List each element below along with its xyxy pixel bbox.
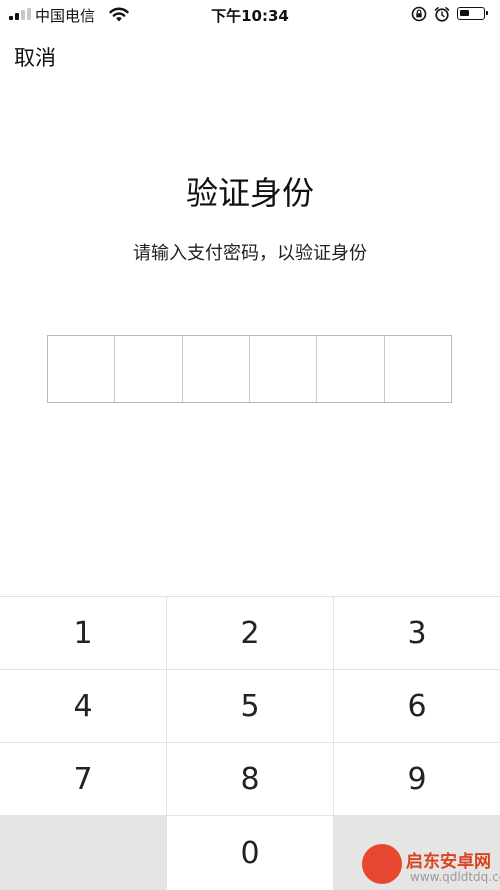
status-bar: 中国电信 下午10:34 [0, 0, 500, 28]
keypad-row: 123 [0, 597, 500, 670]
keypad-key-8[interactable]: 8 [167, 743, 334, 815]
keypad-key-3[interactable]: 3 [334, 597, 500, 669]
watermark: 启东安卓网 www.qdldtdq.com [362, 838, 500, 890]
pin-digit-box [183, 336, 250, 402]
keypad-row: 789 [0, 743, 500, 816]
keypad-key-4[interactable]: 4 [0, 670, 167, 742]
pin-digit-box [385, 336, 451, 402]
keypad-key-9[interactable]: 9 [334, 743, 500, 815]
keypad-key-5[interactable]: 5 [167, 670, 334, 742]
keypad-key-6[interactable]: 6 [334, 670, 500, 742]
pin-digit-box [317, 336, 385, 402]
pin-input[interactable] [47, 335, 452, 403]
pin-digit-box [115, 336, 183, 402]
battery-fill [460, 10, 469, 16]
battery-icon [457, 7, 488, 20]
keypad-row: 456 [0, 670, 500, 743]
keypad-key-2[interactable]: 2 [167, 597, 334, 669]
cancel-button[interactable]: 取消 [14, 42, 56, 72]
watermark-name: 启东安卓网 [406, 852, 491, 872]
pin-digit-box [250, 336, 318, 402]
keypad-key-1[interactable]: 1 [0, 597, 167, 669]
rotation-lock-icon [411, 6, 427, 22]
alarm-icon [434, 7, 450, 22]
watermark-url: www.qdldtdq.com [410, 870, 500, 884]
keypad-key-0[interactable]: 0 [167, 816, 334, 890]
watermark-logo [362, 844, 402, 884]
keypad-blank [0, 816, 167, 890]
page-title: 验证身份 [185, 174, 314, 212]
keypad-key-7[interactable]: 7 [0, 743, 167, 815]
page-subtitle: 请输入支付密码，以验证身份 [133, 243, 367, 264]
pin-digit-box [48, 336, 116, 402]
